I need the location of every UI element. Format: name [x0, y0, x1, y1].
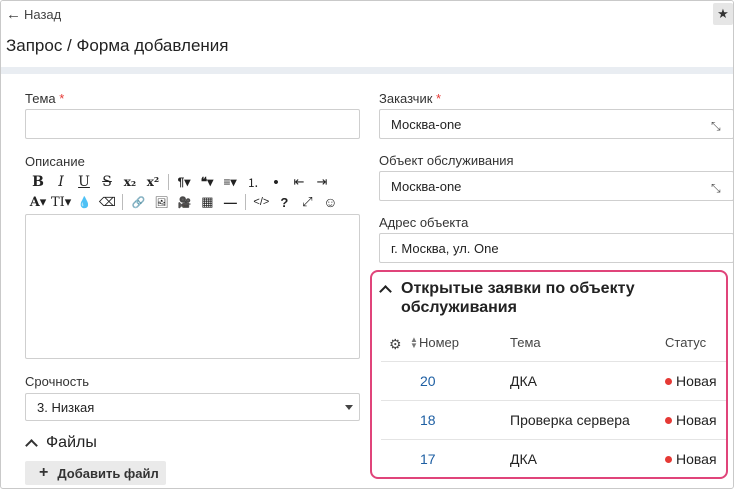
font-color-button[interactable]: A▾ [28, 192, 48, 212]
video-icon[interactable]: 🎥 [174, 192, 194, 212]
status-dot-icon [665, 377, 672, 385]
table-row[interactable]: 20 ДКА Новая [381, 361, 726, 401]
status-badge: Новая [665, 373, 717, 389]
urgency-label: Срочность [25, 374, 89, 389]
open-requests-header[interactable]: Открытые заявки по объекту обслуживания [379, 279, 711, 317]
star-icon: ★ [717, 6, 729, 21]
fullscreen-icon[interactable]: ⤢ [297, 192, 317, 212]
description-editor[interactable] [25, 214, 360, 359]
request-topic: ДКА [510, 451, 537, 467]
caret-down-icon [345, 405, 353, 410]
topic-input[interactable] [25, 109, 360, 139]
files-title: Файлы [46, 434, 97, 451]
files-section-header[interactable]: Файлы [25, 434, 97, 452]
eraser-icon[interactable]: ⌫ [97, 192, 117, 212]
underline-button[interactable]: U [74, 172, 94, 192]
back-label: Назад [24, 7, 62, 22]
customer-value: Москва-one [391, 116, 462, 132]
customer-label: Заказчик * [379, 91, 442, 106]
address-label: Адрес объекта [379, 215, 469, 230]
address-field[interactable]: г. Москва, ул. One [379, 233, 733, 263]
link-icon[interactable]: 🔗 [128, 192, 148, 212]
back-link[interactable]: ← Назад [6, 7, 61, 22]
column-header-number[interactable]: Номер [419, 335, 459, 350]
urgency-value: 3. Низкая [37, 399, 95, 415]
sort-icon[interactable]: ▲ ▼ [410, 336, 418, 350]
column-header-status[interactable]: Статус [665, 335, 706, 350]
chevron-up-icon [379, 285, 392, 298]
ordered-list-button[interactable]: ⒈ [243, 172, 263, 192]
expand-icon[interactable]: ⤡ [711, 119, 725, 133]
status-badge: Новая [665, 451, 717, 467]
column-header-topic[interactable]: Тема [510, 335, 541, 350]
object-label: Объект обслуживания [379, 153, 514, 168]
object-field[interactable]: Москва-one ⤡ [379, 171, 733, 201]
bold-button[interactable]: B [28, 172, 48, 192]
form-window: ← Назад ★ Запрос / Форма добавления Тема… [0, 0, 734, 489]
request-number-link[interactable]: 18 [420, 412, 436, 428]
status-badge: Новая [665, 412, 717, 428]
add-file-label: Добавить файл [57, 465, 159, 481]
add-file-button[interactable]: + Добавить файл [25, 461, 166, 485]
italic-button[interactable]: I [51, 172, 71, 192]
quote-button[interactable]: ❝▾ [197, 172, 217, 192]
open-requests-title: Открытые заявки по объекту обслуживания [401, 280, 635, 316]
open-requests-panel: Открытые заявки по объекту обслуживания … [370, 270, 728, 479]
arrow-left-icon: ← [6, 6, 21, 23]
toolbar-divider [122, 194, 124, 210]
image-icon[interactable]: 🖼 [151, 192, 171, 212]
superscript-button[interactable]: x² [143, 172, 163, 192]
align-button[interactable]: ≡▾ [220, 172, 240, 192]
font-size-button[interactable]: TI▾ [51, 192, 71, 212]
highlight-icon[interactable]: 💧 [74, 192, 94, 212]
description-label: Описание [25, 154, 85, 169]
toolbar-row-1: B I U S x₂ x² ¶▾ ❝▾ ≡▾ ⒈ • ⇤ ⇥ [28, 171, 335, 193]
outdent-button[interactable]: ⇤ [289, 172, 309, 192]
object-value: Москва-one [391, 178, 462, 194]
paragraph-format-button[interactable]: ¶▾ [174, 172, 194, 192]
header: ← Назад ★ Запрос / Форма добавления [1, 1, 733, 67]
header-divider [1, 67, 733, 74]
horizontal-rule-icon[interactable]: — [220, 192, 240, 212]
strikethrough-button[interactable]: S [97, 172, 117, 192]
table-icon[interactable]: ▦ [197, 192, 217, 212]
status-dot-icon [665, 455, 672, 463]
favorite-button[interactable]: ★ [713, 3, 733, 25]
page-title: Запрос / Форма добавления [6, 36, 229, 55]
gear-icon[interactable]: ⚙ [389, 336, 402, 353]
topic-label: Тема * [25, 91, 65, 106]
help-icon[interactable]: ? [274, 192, 294, 212]
customer-field[interactable]: Москва-one ⤡ [379, 109, 733, 139]
toolbar-row-2: A▾ TI▾ 💧 ⌫ 🔗 🖼 🎥 ▦ — </> ? ⤢ ☺ [28, 191, 343, 213]
subscript-button[interactable]: x₂ [120, 172, 140, 192]
request-topic: ДКА [510, 373, 537, 389]
code-view-icon[interactable]: </> [251, 192, 271, 212]
table-row[interactable]: 18 Проверка сервера Новая [381, 400, 726, 440]
indent-button[interactable]: ⇥ [312, 172, 332, 192]
request-number-link[interactable]: 17 [420, 451, 436, 467]
unordered-list-button[interactable]: • [266, 172, 286, 192]
table-row[interactable]: 17 ДКА Новая [381, 439, 726, 477]
emoji-icon[interactable]: ☺ [320, 192, 340, 212]
toolbar-divider [245, 194, 247, 210]
request-topic: Проверка сервера [510, 412, 630, 428]
plus-icon: + [39, 464, 49, 481]
toolbar-divider [168, 174, 169, 190]
status-dot-icon [665, 416, 672, 424]
request-number-link[interactable]: 20 [420, 373, 436, 389]
chevron-up-icon [25, 438, 38, 452]
expand-icon[interactable]: ⤡ [711, 181, 725, 195]
urgency-select[interactable]: 3. Низкая [25, 393, 360, 421]
